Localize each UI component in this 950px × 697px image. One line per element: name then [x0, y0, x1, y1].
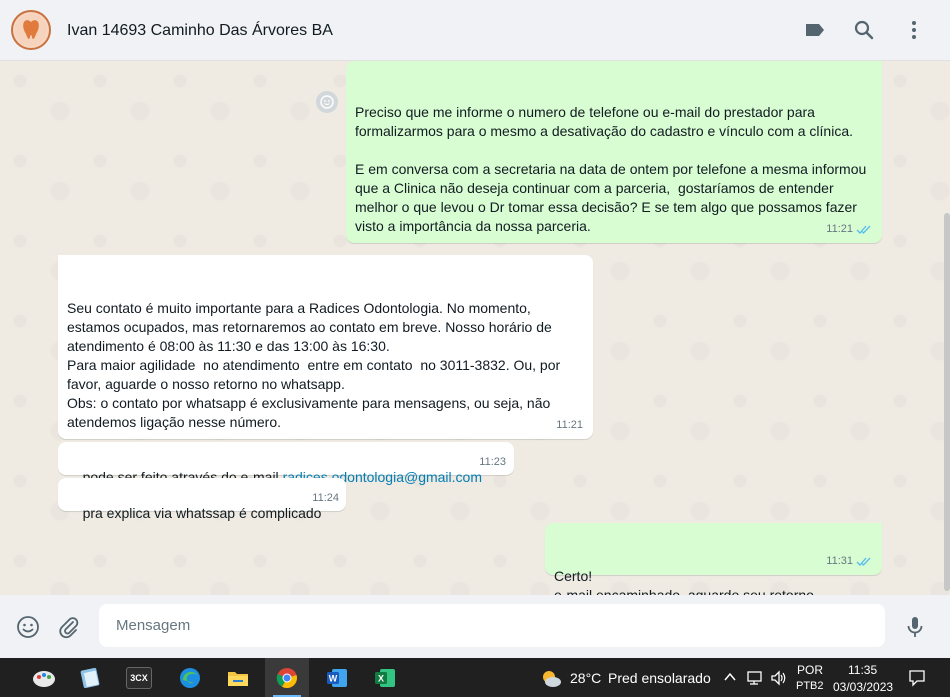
taskbar-chrome[interactable] [265, 658, 309, 697]
attach-icon[interactable] [57, 615, 81, 639]
excel-icon: X [375, 668, 395, 687]
search-icon[interactable] [852, 18, 876, 42]
message-bubble-incoming[interactable]: pra explica via whatssap é complicado 11… [58, 478, 346, 521]
word-icon: W [327, 668, 347, 687]
message-bubble-incoming[interactable]: pode ser feito através do e-mail radices… [58, 442, 514, 485]
message-meta: 11:23 [479, 453, 506, 472]
message-time: 11:21 [826, 223, 853, 235]
file-explorer-icon [228, 671, 248, 686]
message-bubble-incoming[interactable]: Seu contato é muito importante para a Ra… [58, 255, 593, 468]
message-text: Certo! e-mail encaminhado, aguardo seu r… [554, 568, 818, 595]
label-icon[interactable] [803, 18, 827, 42]
clock-time[interactable]: 11:35 [848, 663, 877, 677]
microphone-icon[interactable] [903, 615, 927, 639]
windows-taskbar: 3CX W X 28°C Pred ensolarado POR PTB2 11… [0, 658, 950, 697]
3cx-icon: 3CX [126, 666, 152, 689]
tooth-logo-icon [15, 14, 47, 46]
message-input[interactable] [99, 604, 885, 647]
message-list[interactable]: Preciso que me informe o numero de telef… [0, 61, 950, 595]
chat-header: Ivan 14693 Caminho Das Árvores BA [0, 0, 950, 61]
taskbar-edge[interactable] [168, 658, 212, 697]
taskbar-excel[interactable]: X [363, 658, 407, 697]
volume-icon[interactable] [770, 670, 788, 686]
input-language[interactable]: POR [797, 663, 823, 677]
react-emoji-button[interactable] [316, 91, 338, 113]
keyboard-layout[interactable]: PTB2 [796, 680, 824, 692]
svg-text:W: W [329, 673, 338, 683]
read-ticks-icon [856, 225, 871, 234]
paint-icon [33, 670, 55, 687]
message-time: 11:24 [312, 492, 339, 504]
message-time: 11:31 [826, 555, 853, 567]
chevron-up-icon[interactable] [723, 671, 737, 683]
composer [0, 595, 950, 658]
edge-icon [180, 667, 200, 688]
notes-icon [80, 667, 100, 688]
message-text: Preciso que me informe o numero de telef… [355, 104, 867, 272]
weather-description[interactable]: Pred ensolarado [608, 670, 711, 686]
message-bubble-outgoing[interactable]: Certo! e-mail encaminhado, aguardo seu r… [545, 523, 882, 595]
contact-avatar[interactable] [11, 10, 51, 50]
smiley-icon [320, 95, 334, 109]
notifications-icon[interactable] [908, 669, 926, 687]
weather-temperature[interactable]: 28°C [570, 670, 601, 686]
taskbar-paint[interactable] [22, 658, 66, 697]
taskbar-file-explorer[interactable] [216, 658, 260, 697]
clock-date[interactable]: 03/03/2023 [833, 680, 893, 694]
taskbar-notes[interactable] [68, 658, 112, 697]
taskbar-3cx[interactable]: 3CX [117, 658, 161, 697]
weather-sun-icon[interactable] [538, 666, 564, 690]
chrome-icon [276, 667, 297, 688]
emoji-icon[interactable] [16, 615, 40, 639]
message-text: pra explica via whatssap é complicado [82, 505, 322, 521]
svg-text:X: X [378, 673, 384, 683]
network-icon[interactable] [746, 670, 764, 686]
chat-title[interactable]: Ivan 14693 Caminho Das Árvores BA [67, 22, 333, 40]
message-meta: 11:31 [826, 552, 872, 571]
message-meta: 11:21 [556, 416, 583, 435]
message-time: 11:21 [556, 419, 583, 431]
message-bubble-outgoing[interactable]: Preciso que me informe o numero de telef… [346, 61, 882, 272]
3cx-label: 3CX [130, 672, 148, 683]
chat-scrollbar[interactable] [944, 213, 950, 591]
message-time: 11:23 [479, 456, 506, 468]
read-ticks-icon [856, 557, 871, 566]
more-options-icon[interactable] [902, 18, 926, 42]
message-meta: 11:21 [826, 220, 872, 239]
message-meta: 11:24 [312, 489, 339, 508]
taskbar-word[interactable]: W [315, 658, 359, 697]
